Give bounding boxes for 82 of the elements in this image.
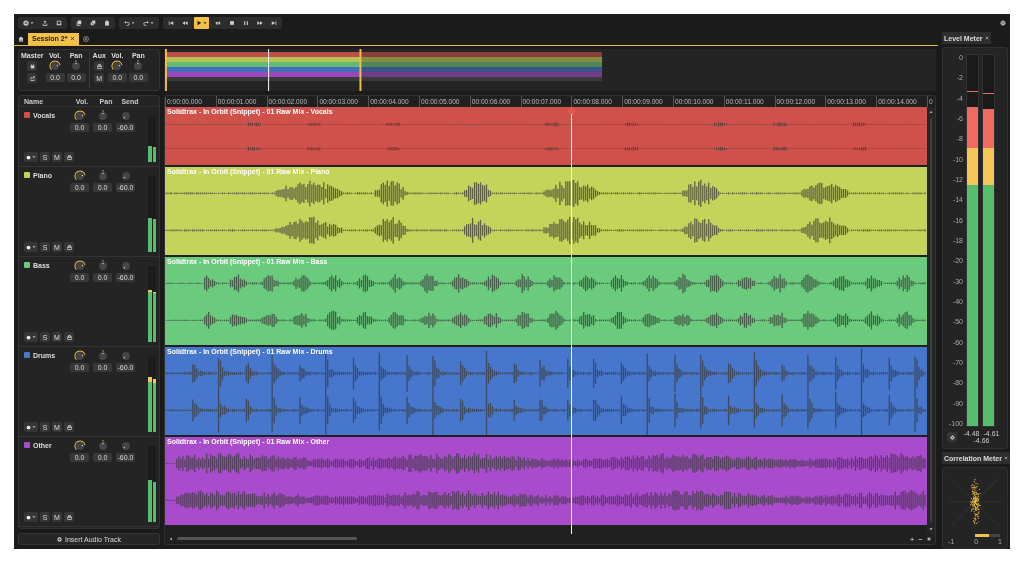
caret-icon [32, 515, 36, 519]
scrollbar[interactable] [927, 107, 935, 534]
undo-icon [124, 20, 130, 26]
play-icon [196, 20, 202, 26]
record-button[interactable] [24, 512, 38, 522]
add-icon [23, 20, 29, 26]
tray-button[interactable] [94, 61, 105, 71]
plug-button[interactable] [27, 61, 38, 71]
record-button[interactable] [24, 332, 38, 342]
fast-forward-icon [257, 20, 263, 26]
color-swatch[interactable] [24, 352, 30, 358]
settings-button[interactable] [947, 432, 957, 442]
caret-icon [32, 335, 36, 339]
play-button[interactable] [194, 17, 209, 29]
skip-back-icon [168, 20, 174, 26]
knob[interactable] [73, 350, 86, 362]
settings-icon [949, 434, 955, 440]
plus-circle-icon[interactable] [83, 35, 90, 42]
inbox-icon [56, 20, 62, 26]
zoom-button[interactable]: + [909, 534, 915, 544]
upload-icon [42, 20, 48, 26]
home-icon[interactable] [18, 35, 24, 42]
caret-left-icon[interactable] [169, 537, 173, 541]
knob[interactable] [73, 170, 86, 182]
knob[interactable] [73, 440, 86, 452]
add-button[interactable] [21, 17, 36, 29]
loop-icon [215, 20, 221, 26]
pause-icon [243, 20, 249, 26]
knob[interactable] [73, 260, 86, 272]
paste-button[interactable] [102, 17, 112, 29]
color-swatch[interactable] [24, 112, 30, 118]
record-icon[interactable] [26, 154, 31, 160]
knob[interactable] [111, 60, 124, 72]
caret-icon [150, 21, 154, 25]
caret-down-icon [929, 527, 933, 531]
caret-icon [131, 21, 135, 25]
caret-icon [32, 155, 36, 159]
skip-forward-icon [271, 20, 277, 26]
tray-button[interactable] [64, 512, 74, 522]
tray-icon [66, 334, 72, 340]
copy-icon [90, 20, 96, 26]
knob[interactable] [73, 110, 86, 122]
knob[interactable] [49, 60, 62, 72]
record-button[interactable] [24, 152, 38, 162]
copy-button[interactable] [74, 17, 84, 29]
tray-button[interactable] [64, 422, 74, 432]
record-icon[interactable] [26, 334, 31, 340]
settings-icon[interactable] [1000, 20, 1006, 26]
record-icon[interactable] [26, 514, 31, 520]
record-icon[interactable] [26, 244, 31, 250]
tray-icon [66, 514, 72, 520]
settings-icon[interactable] [927, 537, 931, 541]
tray-button[interactable] [64, 242, 74, 252]
export-button[interactable] [27, 73, 38, 83]
close-icon[interactable] [70, 36, 76, 41]
tray-button[interactable] [64, 152, 74, 162]
tray-icon [66, 424, 72, 430]
zoom-button[interactable]: − [918, 534, 923, 544]
tray-icon [66, 154, 72, 160]
copy-icon [76, 20, 82, 26]
color-swatch[interactable] [24, 172, 30, 178]
export-icon [29, 75, 35, 81]
plug-icon [29, 63, 35, 69]
caret-icon [203, 21, 207, 25]
record-button[interactable] [24, 422, 38, 432]
record-icon[interactable] [26, 424, 31, 430]
caret-icon [32, 425, 36, 429]
stop-icon [229, 20, 235, 26]
color-swatch[interactable] [24, 442, 30, 448]
clipboard-icon [104, 20, 110, 26]
rewind-icon [182, 20, 188, 26]
tray-icon [66, 244, 72, 250]
add-icon [57, 536, 62, 542]
record-button[interactable] [24, 242, 38, 252]
caret-icon [30, 21, 34, 25]
playhead-handle[interactable] [568, 107, 576, 114]
caret-up-icon [929, 110, 933, 114]
color-swatch[interactable] [24, 262, 30, 268]
tray-icon [96, 63, 102, 69]
tray-button[interactable] [64, 332, 74, 342]
redo-icon [143, 20, 149, 26]
caret-icon [32, 245, 36, 249]
